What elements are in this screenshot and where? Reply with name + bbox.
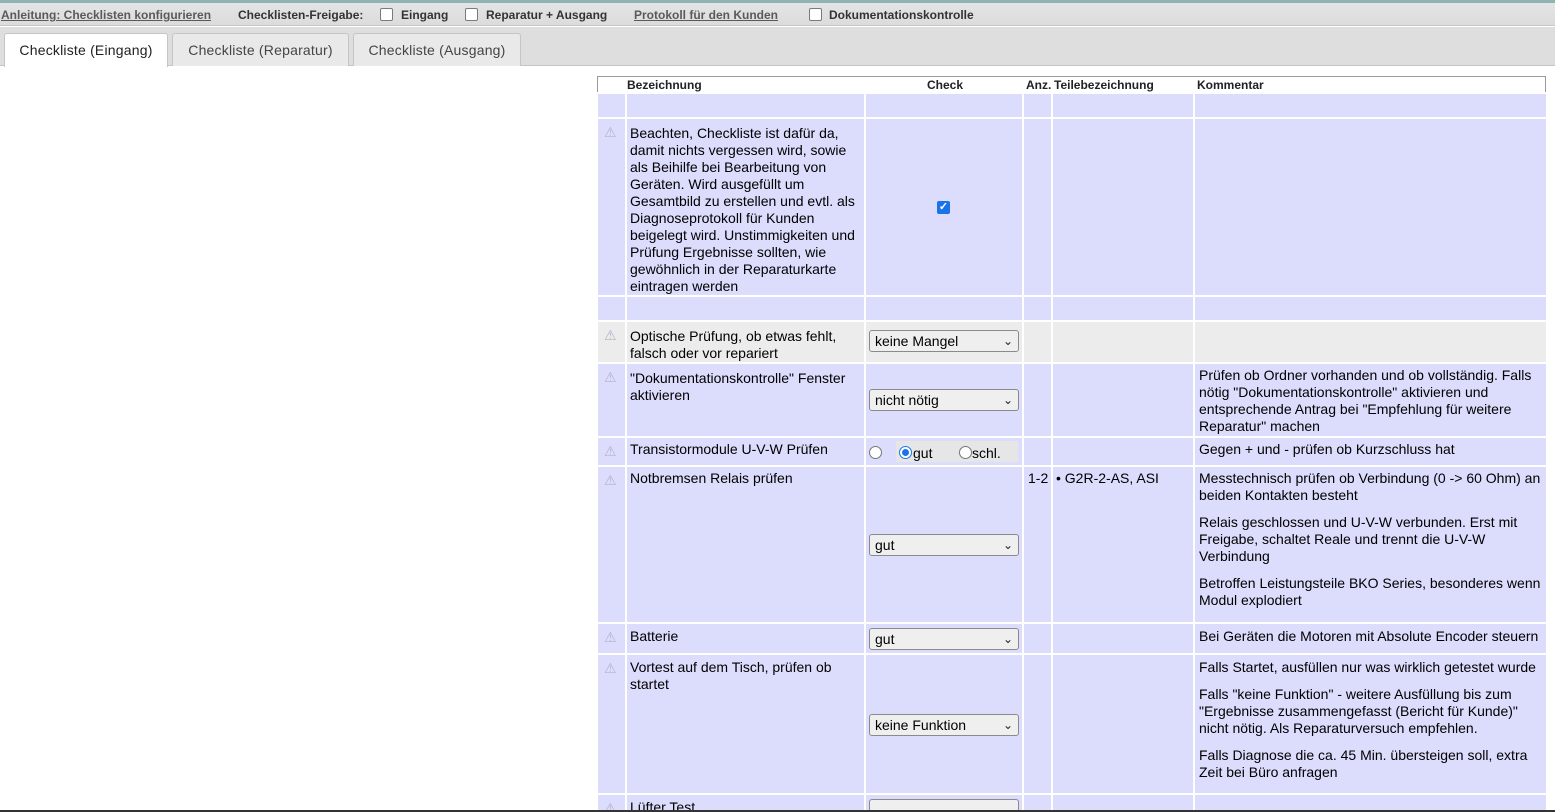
chevron-down-icon: ⌄	[1002, 632, 1013, 646]
header-teilebezeichnung: Teilebezeichnung	[1054, 78, 1154, 92]
radio-none[interactable]	[869, 446, 882, 459]
table-row: ⚠ Beachten, Checkliste ist dafür da, dam…	[598, 119, 1546, 295]
row-label: Batterie	[630, 628, 679, 644]
header-anz: Anz.	[1026, 78, 1052, 92]
table-row: ⚠ Transistormodule U-V-W Prüfen gut schl…	[598, 438, 1546, 465]
table-row: ⚠ Batterie gut ⌄ Bei Geräten die Motoren …	[598, 624, 1546, 653]
row-label: "Dokumentationskontrolle" Fenster aktivi…	[630, 370, 846, 403]
warning-triangle-icon[interactable]: ⚠	[604, 473, 620, 487]
row-comment: Gegen + und - prüfen ob Kurzschluss hat	[1199, 441, 1455, 457]
warning-triangle-icon[interactable]: ⚠	[604, 661, 620, 675]
select-value: gut	[875, 537, 895, 553]
warning-triangle-icon[interactable]: ⚠	[604, 630, 620, 644]
row-quantity: 1-2	[1028, 470, 1049, 486]
reparatur-checkbox[interactable]	[465, 8, 478, 21]
row-comment: Falls Diagnose die ca. 45 Min. übersteig…	[1199, 747, 1528, 780]
table-row	[598, 297, 1546, 320]
reparatur-label: Reparatur + Ausgang	[486, 8, 608, 22]
row-comment: Falls Startet, ausfüllen nur was wirklic…	[1199, 659, 1536, 675]
check-select[interactable]: gut ⌄	[869, 628, 1019, 650]
header-kommentar: Kommentar	[1197, 78, 1264, 92]
chevron-down-icon: ⌄	[1002, 718, 1013, 732]
row-comment: Bei Geräten die Motoren mit Absolute Enc…	[1199, 628, 1539, 644]
header-check: Check	[927, 78, 964, 92]
warning-triangle-icon[interactable]: ⚠	[604, 125, 620, 139]
tab-eingang[interactable]: Checkliste (Eingang)	[4, 33, 168, 67]
table-row: ⚠ Optische Prüfung, ob etwas fehlt, fals…	[598, 322, 1546, 362]
row-comment: Relais geschlossen und U-V-W verbunden. …	[1199, 514, 1518, 564]
check-select[interactable]: keine Funktion ⌄	[869, 714, 1019, 736]
doku-checkbox[interactable]	[809, 8, 822, 21]
select-value: keine Funktion	[875, 717, 967, 733]
warning-triangle-icon[interactable]: ⚠	[604, 444, 620, 458]
chevron-down-icon: ⌄	[1002, 538, 1013, 552]
header-bezeichnung: Bezeichnung	[627, 78, 702, 92]
chevron-down-icon: ⌄	[1002, 393, 1013, 407]
select-value: gut	[875, 631, 895, 647]
radio-bad[interactable]	[959, 446, 972, 459]
radio-bad-label: schl.	[972, 445, 1001, 461]
select-value: nicht nötig	[875, 392, 939, 408]
row-comment: Falls "keine Funktion" - weitere Ausfüll…	[1199, 686, 1518, 736]
check-select[interactable]: gut ⌄	[869, 534, 1019, 556]
row-comment: Prüfen ob Ordner vorhanden und ob vollst…	[1199, 367, 1532, 434]
help-link[interactable]: Anleitung: Checklisten konfigurieren	[1, 8, 211, 22]
table-row	[598, 94, 1546, 117]
table-row: ⚠ Vortest auf dem Tisch, prüfen ob start…	[598, 655, 1546, 793]
warning-triangle-icon[interactable]: ⚠	[604, 370, 620, 384]
row-label: Notbremsen Relais prüfen	[630, 470, 793, 486]
row-comment: Betroffen Leistungsteile BKO Series, bes…	[1199, 575, 1541, 608]
table-row: ⚠ "Dokumentationskontrolle" Fenster akti…	[598, 364, 1546, 436]
radio-good[interactable]	[899, 446, 912, 459]
tab-bar: Checkliste (Eingang) Checkliste (Reparat…	[0, 27, 1555, 67]
row-comment: Messtechnisch prüfen ob Verbindung (0 ->…	[1199, 470, 1541, 503]
protocol-link[interactable]: Protokoll für den Kunden	[634, 8, 778, 22]
row-parts: • G2R-2-AS, ASI	[1056, 470, 1159, 486]
check-checkbox[interactable]: ✓	[937, 201, 950, 214]
row-label: Beachten, Checkliste ist dafür da, damit…	[630, 125, 855, 294]
row-label: Vortest auf dem Tisch, prüfen ob startet	[630, 659, 832, 692]
release-label: Checklisten-Freigabe:	[238, 8, 364, 22]
eingang-label: Eingang	[401, 8, 449, 22]
tab-ausgang[interactable]: Checkliste (Ausgang)	[353, 33, 521, 66]
row-label: Transistormodule U-V-W Prüfen	[630, 441, 828, 457]
doku-label: Dokumentationskontrolle	[829, 8, 974, 22]
row-label: Optische Prüfung, ob etwas fehlt, falsch…	[630, 328, 837, 361]
eingang-checkbox[interactable]	[380, 8, 393, 21]
check-select[interactable]: nicht nötig ⌄	[869, 389, 1019, 411]
check-select[interactable]: keine Mangel ⌄	[869, 330, 1019, 352]
chevron-down-icon: ⌄	[1002, 334, 1013, 348]
table-header: Bezeichnung Check Anz. Teilebezeichnung …	[597, 76, 1546, 92]
radio-good-label: gut	[913, 445, 933, 461]
select-value: keine Mangel	[875, 333, 959, 349]
warning-triangle-icon[interactable]: ⚠	[604, 328, 620, 342]
checklist-toolbar: Anleitung: Checklisten konfigurieren Che…	[0, 0, 1555, 26]
table-row: ⚠ Notbremsen Relais prüfen gut ⌄ 1-2 • G2…	[598, 467, 1546, 622]
tab-reparatur[interactable]: Checkliste (Reparatur)	[172, 33, 349, 66]
